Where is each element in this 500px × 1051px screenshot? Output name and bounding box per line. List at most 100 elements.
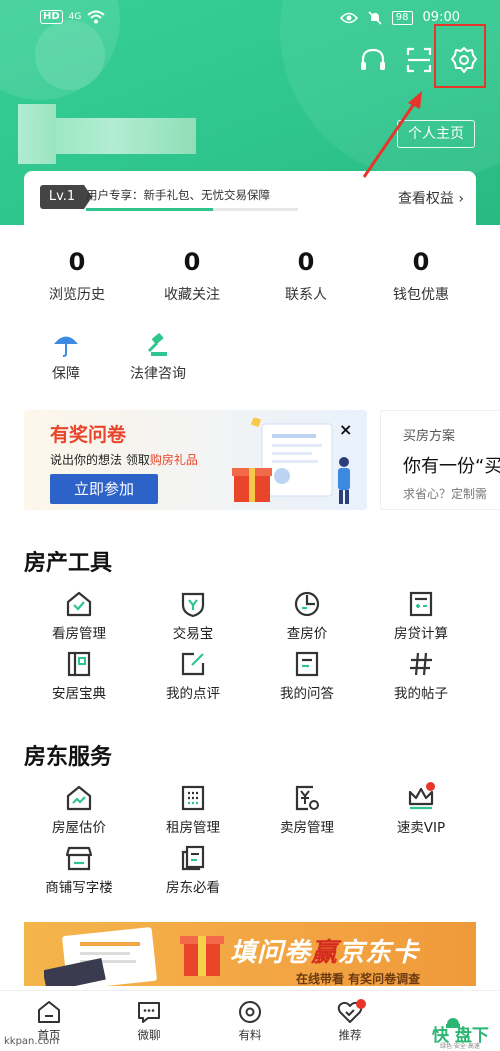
level-badge: Lv.1 xyxy=(40,185,92,209)
banner-illustration xyxy=(44,927,224,986)
survey-banner[interactable]: 有奖问卷 说出你的想法 领取购房礼品 立即参加 × xyxy=(24,410,367,510)
gavel-icon xyxy=(147,333,167,356)
tool-home-guide[interactable]: 安居宝典 xyxy=(24,650,134,702)
landlord-label: 商铺写字楼 xyxy=(45,880,113,896)
tool-my-posts[interactable]: 我的帖子 xyxy=(366,650,476,702)
section-title-tools: 房产工具 xyxy=(24,551,113,576)
network-indicator: 4G xyxy=(68,12,82,22)
tool-label: 我的问答 xyxy=(280,686,334,702)
username-blurred xyxy=(56,118,196,154)
scan-icon[interactable] xyxy=(404,45,434,75)
landlord-sale-manage[interactable]: 卖房管理 xyxy=(252,784,362,836)
avatar[interactable] xyxy=(18,104,56,164)
stat-value: 0 xyxy=(297,248,315,276)
house-chart-icon xyxy=(66,785,92,811)
landlord-label: 房屋估价 xyxy=(52,820,106,836)
eye-icon xyxy=(339,12,358,23)
quick-label: 保障 xyxy=(52,366,80,382)
survey-illustration xyxy=(232,418,350,504)
view-rights-link[interactable]: 查看权益 › xyxy=(398,188,464,208)
yuan-doc-icon xyxy=(295,785,319,811)
level-progress-bar xyxy=(86,208,298,211)
buy-plan-tag: 买房方案 xyxy=(403,429,456,444)
stat-contacts[interactable]: 0 联系人 xyxy=(251,248,361,304)
qa-icon xyxy=(295,651,319,677)
tool-my-qa[interactable]: 我的问答 xyxy=(252,650,362,702)
clock: 09:00 xyxy=(422,10,460,25)
jd-card-survey-banner[interactable]: 填问卷赢京东卡 在线带看 有奖问卷调查 xyxy=(24,922,476,986)
my-page-screen: HD 4G 98 09:00 个人主页 Lv.1 用户专享：新手礼包、无忧交易保… xyxy=(0,0,500,1051)
stat-wallet[interactable]: 0 钱包优惠 xyxy=(366,248,476,304)
note-icon xyxy=(181,845,205,871)
tab-label: 微聊 xyxy=(137,1028,161,1042)
headset-icon[interactable] xyxy=(358,45,388,75)
tab-label: 有料 xyxy=(238,1028,262,1042)
disc-icon xyxy=(239,1001,261,1023)
tool-trade-treasure[interactable]: 交易宝 xyxy=(138,590,248,642)
tool-label: 看房管理 xyxy=(52,626,106,642)
tool-label: 查房价 xyxy=(286,626,328,642)
book-icon xyxy=(67,651,91,677)
tool-label: 房贷计算 xyxy=(394,626,448,642)
pie-chart-icon xyxy=(294,591,320,617)
building-icon xyxy=(181,785,205,811)
tool-check-price[interactable]: 查房价 xyxy=(252,590,362,642)
home-icon xyxy=(38,1001,60,1023)
landlord-label: 卖房管理 xyxy=(280,820,334,836)
tool-label: 交易宝 xyxy=(172,626,214,642)
chat-icon xyxy=(138,1002,160,1023)
tool-mortgage-calc[interactable]: 房贷计算 xyxy=(366,590,476,642)
logo-subtext: 绿色·安全·高速 xyxy=(440,1043,480,1050)
landlord-shop-office[interactable]: 商铺写字楼 xyxy=(24,844,134,896)
stat-value: 0 xyxy=(183,248,201,276)
hd-indicator: HD xyxy=(40,10,63,24)
stats-row: 0 浏览历史 0 收藏关注 0 联系人 0 钱包优惠 xyxy=(0,248,500,308)
annotation-arrow xyxy=(362,91,422,178)
close-icon[interactable]: × xyxy=(339,420,352,439)
stat-label: 浏览历史 xyxy=(49,287,105,303)
buy-plan-heading: 你有一份“买 xyxy=(403,456,500,477)
landlord-rental-manage[interactable]: 租房管理 xyxy=(138,784,248,836)
hash-icon xyxy=(410,652,432,676)
edit-icon xyxy=(181,652,205,676)
quick-legal-consult[interactable]: 法律咨询 xyxy=(126,333,190,383)
buy-plan-banner[interactable]: 买房方案 你有一份“买 求省心？定制需 xyxy=(380,410,500,510)
tool-label: 我的帖子 xyxy=(394,686,448,702)
tab-feed[interactable]: 有料 xyxy=(215,999,285,1043)
tool-viewing-manage[interactable]: 看房管理 xyxy=(24,590,134,642)
level-benefit-text: 用户专享：新手礼包、无忧交易保障 xyxy=(86,188,270,202)
stat-label: 收藏关注 xyxy=(164,287,220,303)
landlord-must-read[interactable]: 房东必看 xyxy=(138,844,248,896)
shop-icon xyxy=(65,846,93,871)
battery-indicator: 98 xyxy=(391,10,413,25)
stat-favorites[interactable]: 0 收藏关注 xyxy=(137,248,247,304)
stat-label: 钱包优惠 xyxy=(393,287,449,303)
landlord-label: 速卖VIP xyxy=(396,820,446,836)
wifi-icon xyxy=(87,10,106,24)
join-now-button[interactable]: 立即参加 xyxy=(50,474,158,504)
quick-label: 法律咨询 xyxy=(130,366,186,382)
tool-my-reviews[interactable]: 我的点评 xyxy=(138,650,248,702)
new-badge-dot xyxy=(426,782,435,791)
tab-recommend[interactable]: 推荐 xyxy=(315,999,385,1043)
tab-chat[interactable]: 微聊 xyxy=(114,999,184,1043)
watermark-text: kkpan.com xyxy=(4,1036,59,1047)
landlord-quick-sale-vip[interactable]: 速卖VIP xyxy=(366,784,476,836)
stat-browse-history[interactable]: 0 浏览历史 xyxy=(22,248,132,304)
house-check-icon xyxy=(66,591,92,617)
recommend-badge-dot xyxy=(356,999,366,1009)
settings-highlight-box xyxy=(434,24,486,88)
mute-bell-icon xyxy=(368,10,382,25)
survey-banner-title: 有奖问卷 xyxy=(50,424,127,446)
calculator-icon xyxy=(409,591,433,617)
status-bar: HD 4G 98 09:00 xyxy=(0,8,500,30)
landlord-valuation[interactable]: 房屋估价 xyxy=(24,784,134,836)
stat-value: 0 xyxy=(68,248,86,276)
survey-banner-subtitle: 说出你的想法 领取购房礼品 xyxy=(50,453,198,467)
quick-protection[interactable]: 保障 xyxy=(46,333,86,383)
umbrella-icon xyxy=(54,336,78,357)
section-title-landlord: 房东服务 xyxy=(24,745,113,770)
landlord-label: 房东必看 xyxy=(166,880,220,896)
buy-plan-sub: 求省心？定制需 xyxy=(403,487,488,501)
site-logo-watermark: 快 盘下载 绿色·安全·高速 xyxy=(410,1018,500,1051)
